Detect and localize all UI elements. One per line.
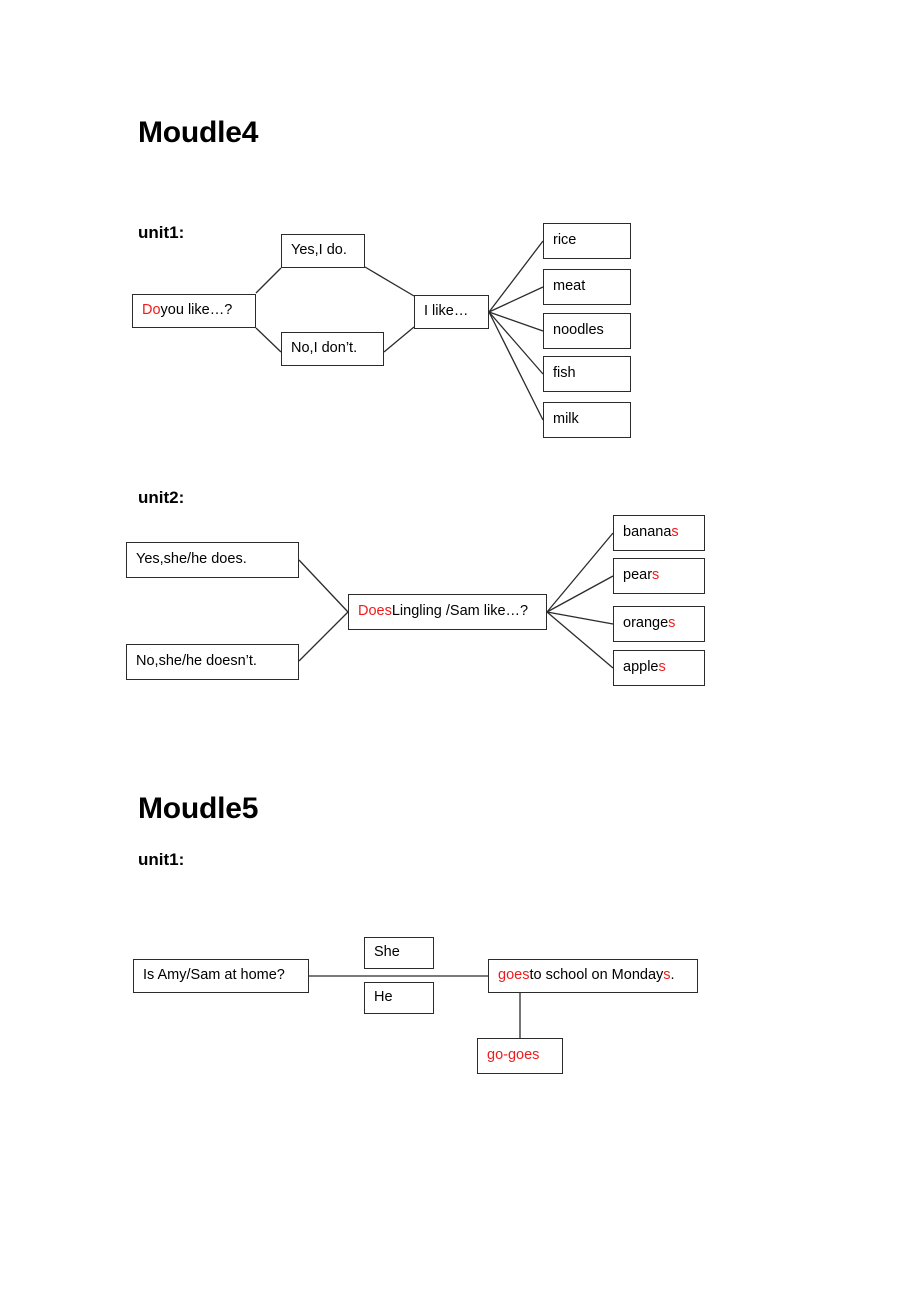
node-text-red: s [671, 524, 679, 541]
node-option-rice[interactable]: rice [543, 223, 631, 259]
node-option-apples[interactable]: apple s [613, 650, 705, 686]
node-note-go-goes[interactable]: go-goes [477, 1038, 563, 1074]
node-text-red: s [658, 659, 666, 676]
unit-label-m5-unit1: unit1: [138, 850, 185, 869]
node-text-red: goes [498, 967, 530, 984]
node-text: No,I don’t. [291, 340, 358, 357]
node-question-is-amy-sam-at-home[interactable]: Is Amy/Sam at home? [133, 959, 309, 993]
node-text: I like… [424, 303, 469, 320]
unit-label-m4-unit1: unit1: [138, 223, 185, 242]
node-answer-i-like[interactable]: I like… [414, 295, 489, 329]
node-option-meat[interactable]: meat [543, 269, 631, 305]
node-text: orange [623, 615, 669, 632]
node-text-red: Does [358, 603, 392, 620]
node-text-red: s [668, 615, 676, 632]
node-text: banana [623, 524, 672, 541]
node-text: noodles [553, 322, 604, 339]
node-text: Is Amy/Sam at home? [143, 967, 285, 984]
unit-label-m4-unit2: unit2: [138, 488, 185, 507]
node-answer-no-shehe-doesnt[interactable]: No,she/he doesn’t. [126, 644, 299, 680]
node-text: apple [623, 659, 659, 676]
node-text: to school on Monday [529, 967, 664, 984]
section-title-moudle4: Moudle4 [138, 116, 259, 149]
node-text: meat [553, 278, 586, 295]
node-question-do-you-like[interactable]: Do you like…? [132, 294, 256, 328]
node-subject-she[interactable]: She [364, 937, 434, 969]
document-page: Moudle4 unit1: Do you like…? Yes,I do. N… [0, 0, 920, 1302]
node-text: go-goes [487, 1047, 540, 1064]
node-answer-yes-i-do[interactable]: Yes,I do. [281, 234, 365, 268]
node-predicate-goes-to-school-on-mondays[interactable]: goes to school on Monday s. [488, 959, 698, 993]
node-text: He [374, 989, 393, 1006]
node-text: fish [553, 365, 576, 382]
node-answer-yes-shehe-does[interactable]: Yes,she/he does. [126, 542, 299, 578]
node-text-red: s [652, 567, 660, 584]
node-text: Yes,I do. [291, 242, 347, 259]
node-text: She [374, 944, 400, 961]
node-option-noodles[interactable]: noodles [543, 313, 631, 349]
node-text-red-suffix: s [663, 967, 671, 984]
node-option-oranges[interactable]: orange s [613, 606, 705, 642]
node-text: milk [553, 411, 579, 428]
node-text-red: Do [142, 302, 161, 319]
section-title-moudle5: Moudle5 [138, 792, 259, 825]
node-text: you like…? [160, 302, 233, 319]
node-text: No,she/he doesn’t. [136, 653, 257, 670]
node-subject-he[interactable]: He [364, 982, 434, 1014]
node-option-bananas[interactable]: banana s [613, 515, 705, 551]
node-text: pear [623, 567, 653, 584]
node-text: Lingling /Sam like…? [391, 603, 529, 620]
node-option-milk[interactable]: milk [543, 402, 631, 438]
node-text: rice [553, 232, 577, 249]
node-text: Yes,she/he does. [136, 551, 247, 568]
node-question-does-lingling-sam-like[interactable]: Does Lingling /Sam like…? [348, 594, 547, 630]
node-option-fish[interactable]: fish [543, 356, 631, 392]
node-option-pears[interactable]: pear s [613, 558, 705, 594]
node-text-tail: . [670, 967, 675, 984]
node-answer-no-i-dont[interactable]: No,I don’t. [281, 332, 384, 366]
